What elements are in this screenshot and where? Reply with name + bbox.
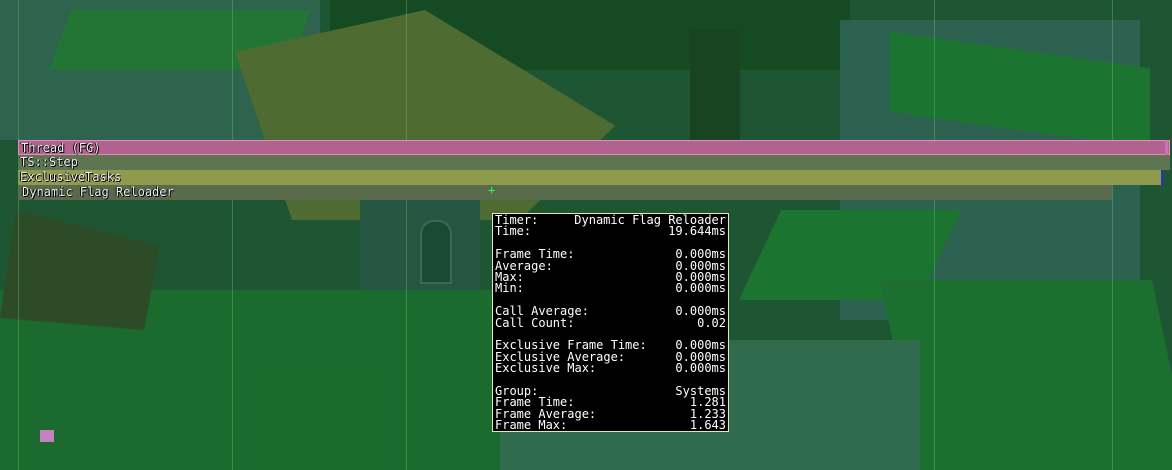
value: 0.000ms <box>675 281 726 296</box>
profiler-bar-dynamic-flag-reloader[interactable]: Dynamic Flag Reloader <box>18 185 1112 200</box>
value: 0.000ms <box>675 361 726 376</box>
market-stall <box>0 210 160 330</box>
grid-line <box>406 0 407 470</box>
value: 1.643 <box>689 418 726 433</box>
grid-line <box>232 0 233 470</box>
grid-line <box>18 0 19 470</box>
tooltip-row-min: Min: 0.000ms <box>495 281 726 296</box>
bar-label: Dynamic Flag Reloader <box>22 185 174 199</box>
crosshair-cursor: + <box>488 183 496 197</box>
label: Time: <box>495 224 532 239</box>
label: Min: <box>495 281 524 296</box>
grid-line <box>1112 0 1113 470</box>
bar-label: TS::Step <box>20 155 78 169</box>
tree-trunk <box>690 30 740 150</box>
bar-end-marker <box>1161 170 1164 185</box>
value: 0.02 <box>697 315 726 330</box>
tooltip-row-exclusive-max: Exclusive Max: 0.000ms <box>495 361 726 376</box>
label: Frame Max: <box>495 418 568 433</box>
profiler-tooltip: Timer: Dynamic Flag Reloader Time: 19.644m… <box>492 213 729 432</box>
label: Call Count: <box>495 315 575 330</box>
house-window <box>420 220 452 284</box>
bar-label: Thread (FG) <box>21 141 101 155</box>
profiler-bar-step[interactable]: TS::Step <box>18 155 1170 170</box>
grid-line <box>934 0 935 470</box>
tooltip-row-time: Time: 19.644ms <box>495 224 726 239</box>
label: Exclusive Max: <box>495 361 597 376</box>
value: 19.644ms <box>668 224 726 239</box>
profiler-bar-exclusive-tasks[interactable]: ExclusiveTasks <box>18 170 1162 185</box>
profiler-bar-thread[interactable]: Thread (FG) <box>18 140 1170 155</box>
tooltip-row-group-frame-max: Frame Max: 1.643 <box>495 418 726 433</box>
bar-end-marker <box>1165 140 1168 155</box>
grass-right-bottom <box>879 280 1172 470</box>
bar-label: ExclusiveTasks <box>20 170 122 184</box>
timeline-marker <box>40 430 54 442</box>
tooltip-row-call-count: Call Count: 0.02 <box>495 315 726 330</box>
